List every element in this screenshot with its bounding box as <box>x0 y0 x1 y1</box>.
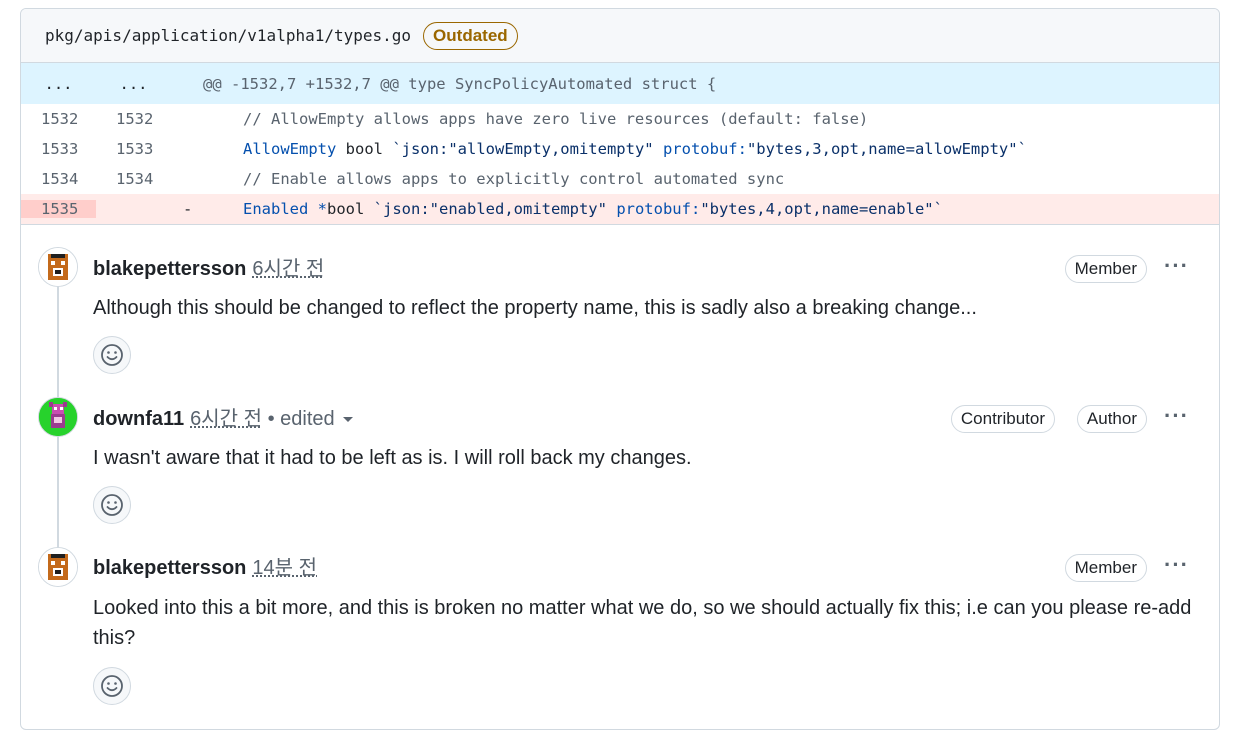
file-path-link[interactable]: pkg/apis/application/v1alpha1/types.go <box>45 26 411 45</box>
add-reaction-button[interactable] <box>93 336 131 374</box>
more-options-icon[interactable]: ··· <box>1164 403 1189 429</box>
code-line: Enabled *bool `json:"enabled,omitempty" … <box>243 200 943 218</box>
comment-timestamp[interactable]: 6시간 전 <box>252 258 324 280</box>
author-name[interactable]: blakepettersson <box>93 557 246 579</box>
more-options-icon[interactable]: ··· <box>1164 253 1189 279</box>
comment-body: Although this should be changed to refle… <box>93 297 977 319</box>
smiley-icon <box>101 675 123 697</box>
comment-body: I wasn't aware that it had to be left as… <box>93 447 692 469</box>
outdated-badge: Outdated <box>423 21 518 50</box>
review-thread-card: pkg/apis/application/v1alpha1/types.go O… <box>20 8 1220 730</box>
expand-down-button[interactable]: ... <box>96 75 171 93</box>
old-line-number[interactable]: 1535 <box>21 200 96 218</box>
comment-header: blakepettersson 14분 전 <box>93 551 317 580</box>
comment: blakepettersson 6시간 전 Member ··· Although… <box>21 225 1219 375</box>
code-tag-protobuf: "bytes,4,opt,name=enable" <box>700 200 934 218</box>
edited-label[interactable]: • edited <box>268 408 335 430</box>
member-badge: Member <box>1064 255 1147 283</box>
code-tag-json: "allowEmpty,omitempty" <box>448 140 654 158</box>
code-tag-start: `json: <box>392 140 449 158</box>
code-field-name: Enabled <box>243 200 309 218</box>
edit-history-caret-icon[interactable] <box>342 417 353 423</box>
diff-line: 1534 1534 // Enable allows apps to expli… <box>21 164 1219 194</box>
avatar[interactable] <box>38 397 78 437</box>
comment: blakepettersson 14분 전 Member ··· Looked i… <box>21 525 1219 715</box>
contributor-badge: Contributor <box>950 405 1055 433</box>
expand-up-button[interactable]: ... <box>21 75 96 93</box>
comment-header: downfa11 6시간 전 • edited <box>93 402 353 431</box>
comment-thread: blakepettersson 6시간 전 Member ··· Although… <box>21 225 1219 725</box>
avatar-pixel-icon <box>39 548 77 586</box>
new-line-number[interactable]: 1532 <box>96 110 171 128</box>
add-reaction-button[interactable] <box>93 486 131 524</box>
code-type: bool <box>327 200 374 218</box>
avatar[interactable] <box>38 547 78 587</box>
more-options-icon[interactable]: ··· <box>1164 552 1189 578</box>
diff-line: 1533 1533 AllowEmpty bool `json:"allowEm… <box>21 134 1219 164</box>
diff-sign: - <box>183 200 193 218</box>
new-line-number[interactable]: 1534 <box>96 170 171 188</box>
file-header: pkg/apis/application/v1alpha1/types.go O… <box>21 9 1219 63</box>
code-tag-protobuf: "bytes,3,opt,name=allowEmpty" <box>746 140 1018 158</box>
avatar-character-icon <box>39 398 77 436</box>
code-type: bool <box>336 140 393 158</box>
add-reaction-button[interactable] <box>93 667 131 705</box>
diff-line-deleted: 1535 - Enabled *bool `json:"enabled,omit… <box>21 194 1219 224</box>
avatar[interactable] <box>38 247 78 287</box>
comment-header: blakepettersson 6시간 전 <box>93 252 324 281</box>
code-comment: // AllowEmpty allows apps have zero live… <box>243 110 869 128</box>
old-line-number[interactable]: 1532 <box>21 110 96 128</box>
hunk-header-text: @@ -1532,7 +1532,7 @@ type SyncPolicyAut… <box>203 74 717 93</box>
code-pointer: * <box>308 200 327 218</box>
code-tag-mid: protobuf: <box>653 140 747 158</box>
new-line-number[interactable]: 1533 <box>96 140 171 158</box>
code-tag-end: ` <box>1017 140 1027 158</box>
code-tag-end: ` <box>933 200 943 218</box>
code-tag-mid: protobuf: <box>606 200 701 218</box>
old-line-number[interactable]: 1534 <box>21 170 96 188</box>
smiley-icon <box>101 344 123 366</box>
diff-line: 1532 1532 // AllowEmpty allows apps have… <box>21 104 1219 134</box>
comment-timestamp[interactable]: 14분 전 <box>252 557 317 579</box>
author-name[interactable]: blakepettersson <box>93 258 246 280</box>
code-field-name: AllowEmpty <box>243 140 337 158</box>
code-tag-json: "enabled,omitempty" <box>429 200 607 218</box>
code-line: AllowEmpty bool `json:"allowEmpty,omitem… <box>243 140 1027 158</box>
comment-timestamp[interactable]: 6시간 전 <box>190 408 262 430</box>
avatar-pixel-icon <box>39 248 77 286</box>
author-name[interactable]: downfa11 <box>93 408 184 430</box>
member-badge: Member <box>1064 554 1147 582</box>
hunk-header-row: ... ... @@ -1532,7 +1532,7 @@ type SyncP… <box>21 63 1219 104</box>
code-comment: // Enable allows apps to explicitly cont… <box>243 170 785 188</box>
code-tag-start: `json: <box>373 200 430 218</box>
old-line-number[interactable]: 1533 <box>21 140 96 158</box>
smiley-icon <box>101 494 123 516</box>
comment-body: Looked into this a bit more, and this is… <box>93 597 1192 649</box>
comment: downfa11 6시간 전 • edited Contributor Autho… <box>21 375 1219 525</box>
author-badge: Author <box>1076 405 1147 433</box>
